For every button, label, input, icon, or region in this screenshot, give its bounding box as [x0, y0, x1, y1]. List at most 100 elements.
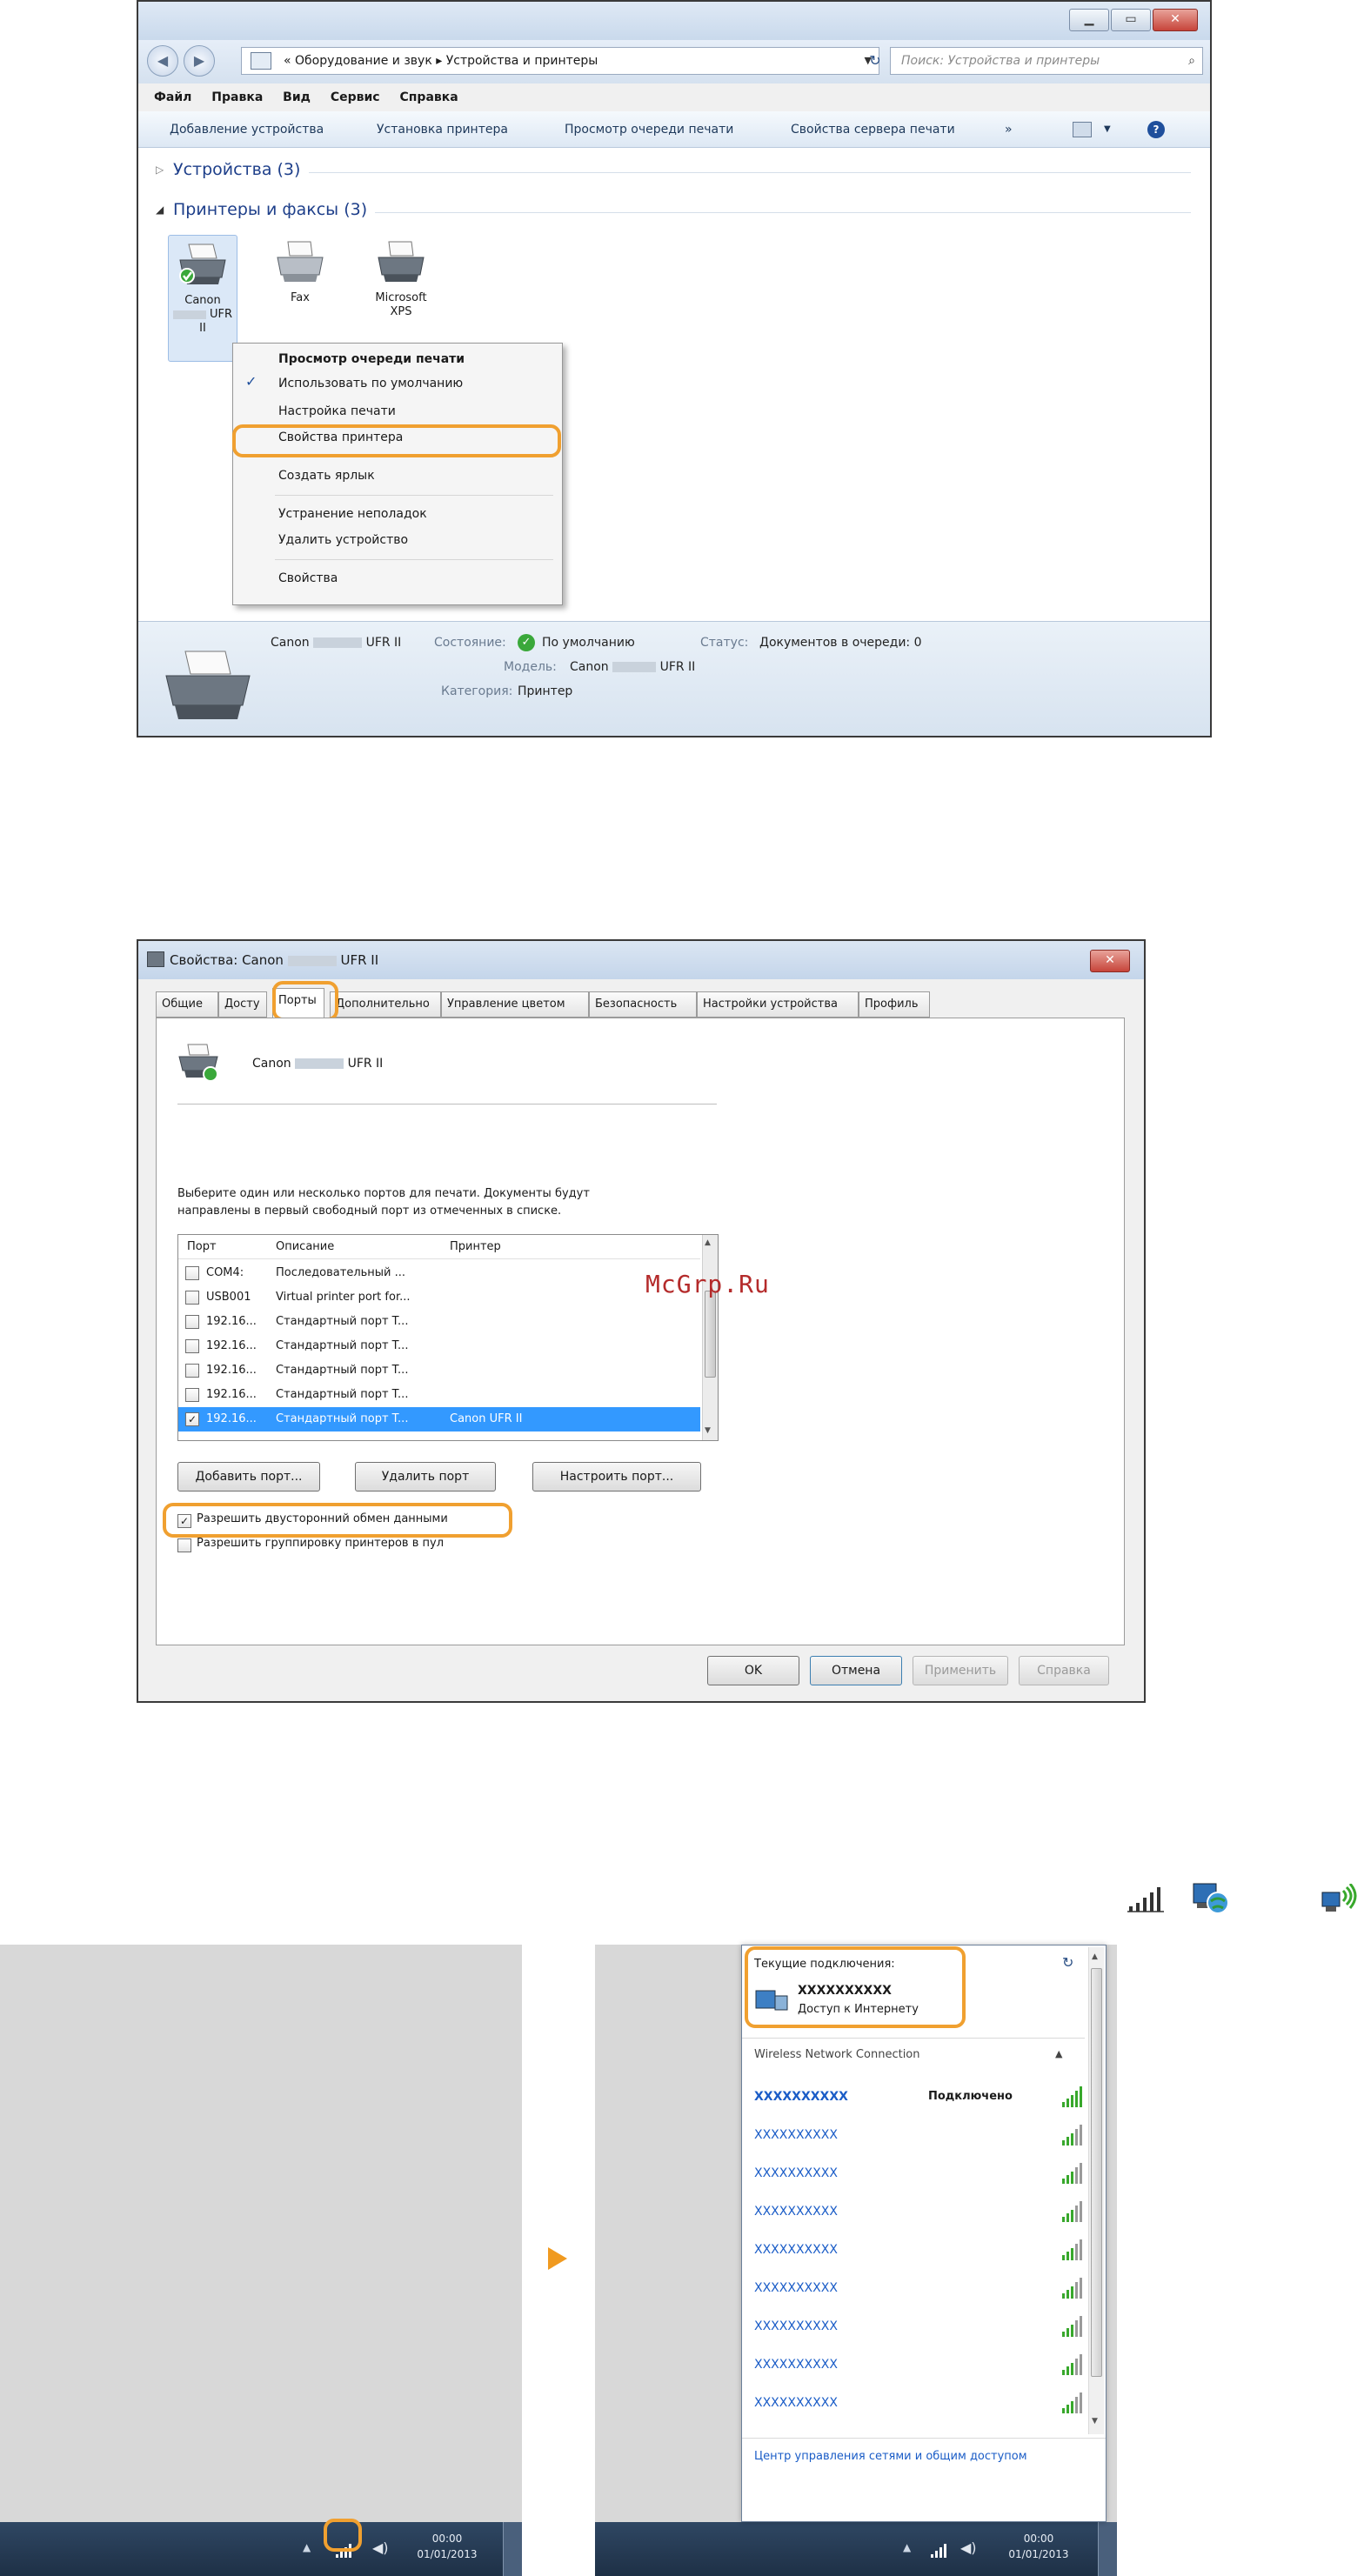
delete-port-button[interactable]: Удалить порт: [355, 1462, 496, 1492]
wireless-section-header[interactable]: Wireless Network Connection: [754, 2048, 920, 2061]
scroll-down-icon[interactable]: ▼: [705, 1426, 711, 1435]
printer-xps[interactable]: Microsoft XPS: [366, 238, 436, 319]
menu-view[interactable]: Вид: [283, 90, 311, 104]
network-item[interactable]: XXXXXXXXXX: [754, 2269, 1085, 2307]
tab-profile[interactable]: Профиль: [859, 991, 930, 1018]
add-port-button[interactable]: Добавить порт...: [177, 1462, 320, 1492]
scrollbar-thumb[interactable]: [1091, 1968, 1102, 2377]
back-button[interactable]: ◀: [147, 45, 178, 77]
network-item[interactable]: XXXXXXXXXX: [754, 2384, 1085, 2422]
tab-advanced[interactable]: Дополнительно: [330, 991, 441, 1018]
tray-expand-icon[interactable]: ▲: [903, 2541, 911, 2553]
volume-icon[interactable]: ◀): [960, 2539, 977, 2556]
tab-general[interactable]: Общие: [156, 991, 218, 1018]
collapse-arrow-icon[interactable]: ◢: [156, 204, 164, 216]
show-desktop-button[interactable]: [1098, 2522, 1117, 2576]
add-printer-command[interactable]: Установка принтера: [377, 111, 508, 148]
network-item[interactable]: XXXXXXXXXX: [754, 2192, 1085, 2231]
menu-item-remove-device[interactable]: Удалить устройство: [278, 528, 548, 552]
close-button[interactable]: ✕: [1090, 950, 1130, 972]
port-checkbox[interactable]: [185, 1266, 199, 1280]
table-row[interactable]: 192.16... Стандартный порт T...: [178, 1383, 700, 1407]
maximize-button[interactable]: ▭: [1111, 9, 1151, 31]
scroll-up-icon[interactable]: ▲: [705, 1238, 711, 1247]
add-device-command[interactable]: Добавление устройства: [170, 111, 324, 148]
expand-arrow-icon[interactable]: ▷: [156, 164, 164, 176]
pool-label[interactable]: Разрешить группировку принтеров в пул: [197, 1537, 444, 1550]
volume-icon[interactable]: ◀): [372, 2539, 389, 2556]
forward-button[interactable]: ▶: [184, 45, 215, 77]
cancel-button[interactable]: Отмена: [810, 1656, 902, 1685]
scrollbar-thumb[interactable]: [705, 1291, 716, 1378]
minimize-button[interactable]: ▁: [1069, 9, 1109, 31]
refresh-icon[interactable]: ↻: [862, 47, 888, 75]
network-item[interactable]: XXXXXXXXXX: [754, 2116, 1085, 2154]
menu-item-printing-preferences[interactable]: Настройка печати: [278, 399, 548, 424]
refresh-icon[interactable]: ↻: [1062, 1954, 1073, 1971]
port-checkbox[interactable]: [185, 1315, 199, 1329]
network-item[interactable]: XXXXXXXXXX: [754, 2154, 1085, 2192]
chevron-down-icon[interactable]: ▼: [1104, 111, 1111, 148]
tab-security[interactable]: Безопасность: [589, 991, 697, 1018]
more-commands-button[interactable]: »: [1005, 111, 1013, 148]
menu-tools[interactable]: Сервис: [331, 90, 380, 104]
help-icon[interactable]: ?: [1147, 121, 1165, 138]
scrollbar[interactable]: ▲ ▼: [1088, 1947, 1104, 2434]
tray-expand-icon[interactable]: ▲: [303, 2541, 311, 2553]
port-checkbox[interactable]: [185, 1291, 199, 1305]
port-checkbox[interactable]: [185, 1388, 199, 1402]
tab-ports[interactable]: Порты: [272, 988, 324, 1018]
network-center-link[interactable]: Центр управления сетями и общим доступом: [754, 2450, 1027, 2463]
menu-item-properties[interactable]: Свойства: [278, 566, 548, 591]
port-checkbox-checked[interactable]: ✓: [185, 1412, 199, 1426]
menu-item-troubleshoot[interactable]: Устранение неполадок: [278, 502, 548, 526]
menu-item-set-default[interactable]: Использовать по умолчанию: [278, 371, 548, 396]
print-queue-command[interactable]: Просмотр очереди печати: [565, 111, 733, 148]
column-port[interactable]: Порт: [187, 1235, 217, 1259]
ok-button[interactable]: OK: [707, 1656, 799, 1685]
printer-fax[interactable]: Fax: [265, 238, 335, 305]
network-item[interactable]: XXXXXXXXXX Подключено: [754, 2078, 1085, 2116]
group-devices[interactable]: Устройства (3): [173, 160, 300, 179]
pool-checkbox[interactable]: [177, 1538, 191, 1552]
menu-item-print-queue[interactable]: Просмотр очереди печати: [278, 347, 548, 371]
network-item[interactable]: XXXXXXXXXX: [754, 2346, 1085, 2384]
column-description[interactable]: Описание: [276, 1235, 334, 1259]
server-properties-command[interactable]: Свойства сервера печати: [791, 111, 955, 148]
menu-item-printer-properties[interactable]: Свойства принтера: [278, 425, 548, 450]
clock[interactable]: 00:00 01/01/2013: [412, 2531, 482, 2562]
bidi-checkbox[interactable]: ✓: [177, 1514, 191, 1528]
group-printers[interactable]: Принтеры и факсы (3): [173, 200, 367, 219]
collapse-icon[interactable]: ▲: [1055, 2048, 1062, 2059]
clock[interactable]: 00:00 01/01/2013: [1004, 2531, 1073, 2562]
tab-sharing[interactable]: Досту: [218, 991, 267, 1018]
table-row[interactable]: COM4: Последовательный ...: [178, 1261, 700, 1285]
tab-device-settings[interactable]: Настройки устройства: [697, 991, 859, 1018]
wifi-tray-icon[interactable]: [334, 2541, 355, 2559]
menu-edit[interactable]: Правка: [211, 90, 263, 104]
network-item[interactable]: XXXXXXXXXX: [754, 2307, 1085, 2346]
view-options-icon[interactable]: [1073, 122, 1092, 137]
table-row[interactable]: 192.16... Стандартный порт T...: [178, 1334, 700, 1358]
table-row[interactable]: 192.16... Стандартный порт T...: [178, 1310, 700, 1334]
search-icon[interactable]: ⌕: [1188, 48, 1195, 74]
port-checkbox[interactable]: [185, 1364, 199, 1378]
printer-canon[interactable]: Canon UFR II: [168, 235, 237, 362]
address-bar[interactable]: « Оборудование и звук ▸ Устройства и при…: [241, 47, 879, 75]
configure-port-button[interactable]: Настроить порт...: [532, 1462, 701, 1492]
port-checkbox[interactable]: [185, 1339, 199, 1353]
scrollbar[interactable]: ▲ ▼: [702, 1235, 718, 1440]
table-row-selected[interactable]: ✓ 192.16... Стандартный порт T... Canon UFR…: [178, 1407, 700, 1431]
scroll-down-icon[interactable]: ▼: [1092, 2417, 1098, 2426]
tab-color-management[interactable]: Управление цветом: [441, 991, 589, 1018]
network-item[interactable]: XXXXXXXXXX: [754, 2231, 1085, 2269]
table-row[interactable]: 192.16... Стандартный порт T...: [178, 1358, 700, 1383]
menu-help[interactable]: Справка: [399, 90, 458, 104]
scroll-up-icon[interactable]: ▲: [1092, 1952, 1098, 1961]
column-printer[interactable]: Принтер: [450, 1235, 501, 1259]
bidi-label[interactable]: Разрешить двусторонний обмен данными: [197, 1512, 448, 1525]
show-desktop-button[interactable]: [503, 2522, 522, 2576]
menu-file[interactable]: Файл: [154, 90, 191, 104]
menu-item-create-shortcut[interactable]: Создать ярлык: [278, 464, 548, 488]
close-button[interactable]: ✕: [1153, 9, 1198, 31]
